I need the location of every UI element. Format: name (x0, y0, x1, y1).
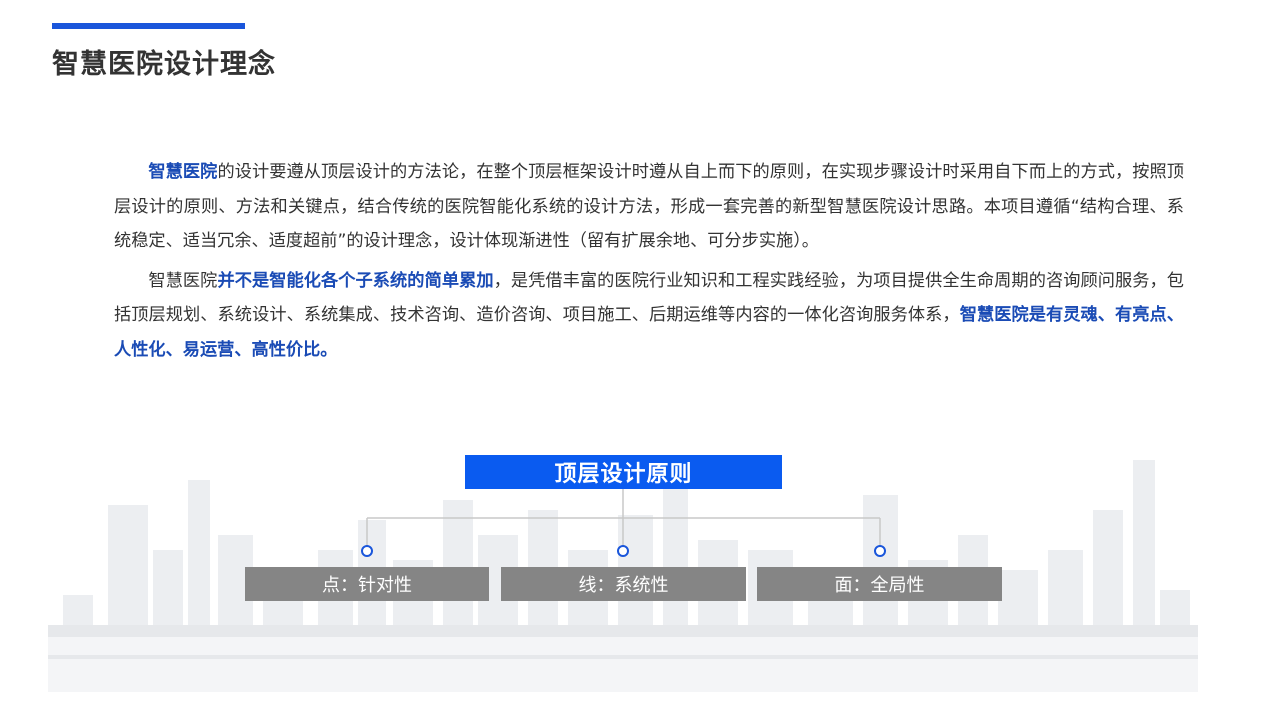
title-accent-bar (52, 23, 245, 29)
p2-lead: 智慧医院 (148, 270, 218, 291)
principle-line: 线：系统性 (501, 567, 746, 601)
p2-highlight-not-sum: 并不是智能化各个子系统的简单累加 (217, 270, 494, 291)
paragraph-1: 智慧医院的设计要遵从顶层设计的方法论，在整个顶层框架设计时遵从自上而下的原则，在… (114, 155, 1184, 259)
paragraph-2: 智慧医院并不是智能化各个子系统的简单累加，是凭借丰富的医院行业知识和工程实践经验… (114, 264, 1184, 368)
page-title: 智慧医院设计理念 (52, 49, 276, 80)
diagram-title: 顶层设计原则 (465, 455, 782, 489)
principle-surface: 面：全局性 (757, 567, 1002, 601)
principle-point: 点：针对性 (245, 567, 489, 601)
p1-text: 的设计要遵从顶层设计的方法论，在整个顶层框架设计时遵从自上而下的原则，在实现步骤… (114, 162, 1184, 252)
body-text: 智慧医院的设计要遵从顶层设计的方法论，在整个顶层框架设计时遵从自上而下的原则，在… (114, 155, 1184, 373)
p1-highlight-smart-hospital: 智慧医院 (148, 162, 218, 182)
